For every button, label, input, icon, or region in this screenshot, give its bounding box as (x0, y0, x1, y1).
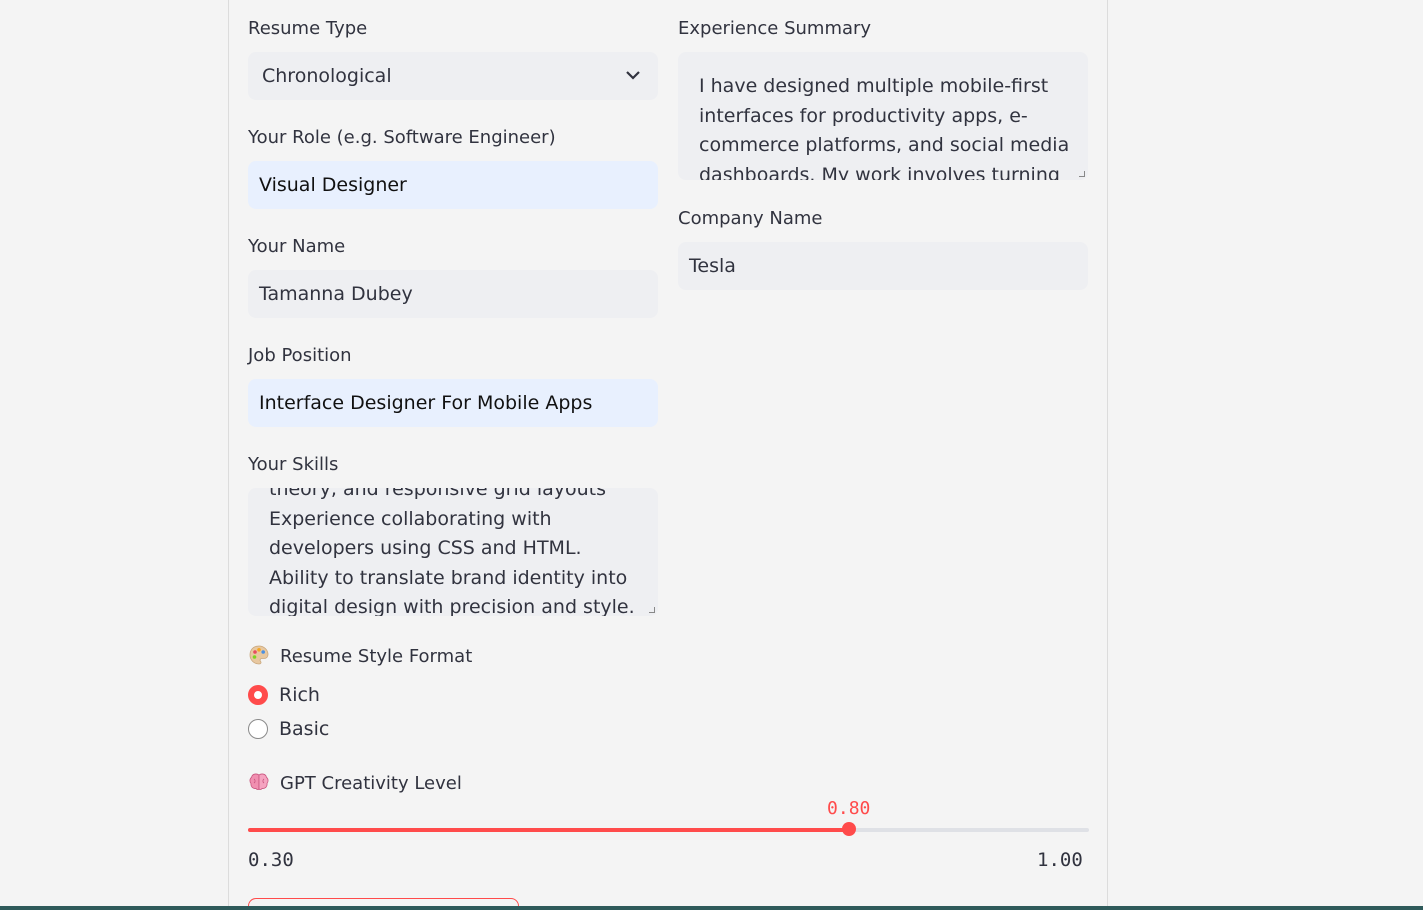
radio-option-rich[interactable]: Rich (248, 682, 320, 708)
name-label: Your Name (248, 236, 346, 257)
company-label: Company Name (678, 208, 823, 229)
slider-max-label: 1.00 (1037, 849, 1083, 871)
slider-fill (248, 828, 849, 832)
creativity-label: GPT Creativity Level (280, 773, 462, 794)
style-format-label: Resume Style Format (280, 646, 473, 667)
skills-textarea[interactable]: theory, and responsive grid layouts Expe… (248, 488, 658, 616)
resize-handle-icon[interactable] (1079, 171, 1085, 177)
skills-text: theory, and responsive grid layouts Expe… (269, 488, 635, 616)
role-input[interactable]: Visual Designer (248, 161, 658, 209)
company-input[interactable]: Tesla (678, 242, 1088, 290)
creativity-slider[interactable]: 0.80 (248, 798, 1089, 836)
experience-summary-textarea[interactable]: I have designed multiple mobile-first in… (678, 52, 1088, 180)
slider-min-label: 0.30 (248, 849, 294, 871)
bottom-border (0, 906, 1423, 910)
chevron-down-icon[interactable] (626, 52, 640, 119)
radio-button-unselected[interactable] (248, 719, 268, 739)
palette-icon (249, 645, 269, 665)
style-format-heading: Resume Style Format (248, 644, 472, 668)
experience-summary-text: I have designed multiple mobile-first in… (699, 75, 1070, 180)
job-position-label: Job Position (248, 345, 352, 366)
experience-summary-label: Experience Summary (678, 18, 872, 39)
creativity-heading: GPT Creativity Level (248, 771, 462, 795)
form-panel: Resume Type Chronological Your Role (e.g… (228, 0, 1108, 910)
resume-type-value: Chronological (262, 65, 392, 87)
resume-type-select[interactable]: Chronological (248, 52, 658, 100)
resume-type-label: Resume Type (248, 18, 368, 39)
slider-current-value: 0.80 (827, 798, 871, 819)
radio-label-basic: Basic (279, 718, 330, 740)
resize-handle-icon[interactable] (649, 607, 655, 613)
radio-label-rich: Rich (279, 684, 320, 706)
brain-icon (249, 773, 269, 791)
app-page: Resume Type Chronological Your Role (e.g… (0, 0, 1423, 910)
role-label: Your Role (e.g. Software Engineer) (248, 127, 556, 148)
radio-option-basic[interactable]: Basic (248, 716, 329, 742)
radio-button-selected[interactable] (248, 685, 268, 705)
name-input[interactable]: Tamanna Dubey (248, 270, 658, 318)
job-position-input[interactable]: Interface Designer For Mobile Apps (248, 379, 658, 427)
skills-label: Your Skills (248, 454, 339, 475)
slider-thumb[interactable] (841, 822, 856, 836)
